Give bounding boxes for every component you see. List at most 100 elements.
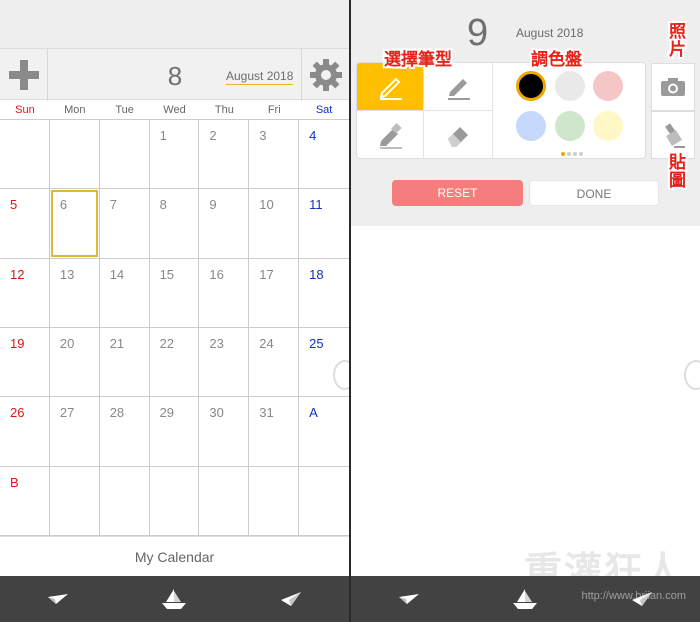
pen-type-highlighter[interactable] [357,111,424,158]
day-cell[interactable]: 28 [99,397,150,467]
day-cell[interactable]: 6 [49,189,100,259]
day-number: 29 [159,405,175,421]
day-cell[interactable]: 12 [0,258,50,328]
pen-type-eraser[interactable] [424,111,492,158]
day-cell[interactable]: 1 [149,120,200,190]
empty-day-cell[interactable] [299,467,349,536]
day-cell[interactable]: 4 [299,120,349,190]
highlighter-icon [380,123,402,149]
day-cell[interactable]: B [0,466,50,536]
day-cell[interactable]: 11 [299,189,349,259]
empty-day-cell[interactable] [99,120,150,190]
weekday-sun: Sun [15,104,35,116]
day-cell[interactable]: 8 [149,189,200,259]
add-button[interactable] [0,49,48,101]
pencil-icon [379,77,402,100]
color-swatch-black[interactable] [516,71,546,101]
empty-day-cell[interactable] [199,466,250,536]
day-number: 7 [109,197,117,213]
calendar-screen: 8 August 2018 Sun Mon Tue Wed Thu Fri Sa… [0,0,349,622]
day-cell[interactable]: 23 [199,328,250,398]
empty-day-cell[interactable] [99,466,150,536]
color-swatch-pink[interactable] [593,71,623,101]
day-number: 3 [259,128,267,143]
day-number: 1 [159,128,167,143]
empty-day-cell[interactable] [0,120,50,190]
sticker-button[interactable] [651,111,695,159]
paper-plane-icon [280,592,301,606]
day-number: 24 [259,336,274,351]
pen-type-marker[interactable] [424,63,492,111]
color-palette [492,63,645,158]
day-cell[interactable]: 21 [99,328,150,398]
reset-button[interactable]: RESET [392,180,523,206]
day-number: 9 [209,197,217,213]
day-number: 31 [259,405,274,421]
day-number: A [309,405,318,421]
day-number: 6 [59,197,68,213]
nav-right-button[interactable] [266,579,316,619]
day-number: 19 [10,336,25,351]
empty-day-cell[interactable] [49,466,100,536]
day-cell[interactable]: A [299,397,349,467]
page-dot [579,152,583,156]
day-cell[interactable]: 22 [149,328,200,398]
day-number: 25 [309,336,324,351]
month-label[interactable]: August 2018 [226,69,294,85]
day-cell[interactable]: 27 [49,397,100,467]
page-dot [567,152,571,156]
nav-left-button[interactable] [384,579,434,619]
day-number: 12 [10,266,25,282]
palette-page-indicator [561,152,583,156]
day-number: 5 [10,197,18,213]
tool-panel [356,62,646,159]
empty-day-cell[interactable] [149,466,200,536]
day-cell[interactable]: 19 [0,328,50,398]
nav-center-button[interactable] [500,579,550,619]
color-swatch-light-gray[interactable] [555,71,585,101]
calendar-name[interactable]: My Calendar [0,536,349,576]
weekday-wed: Wed [163,104,186,116]
settings-button[interactable] [301,49,349,101]
day-number: 14 [109,266,125,282]
camera-icon [661,78,685,96]
day-cell[interactable]: 14 [99,258,150,328]
color-swatch-light-yellow[interactable] [593,111,623,141]
page-handle[interactable] [684,360,700,390]
empty-day-cell[interactable] [249,466,300,536]
day-cell[interactable]: 30 [199,397,250,467]
pen-type-pencil[interactable] [357,63,424,111]
gear-icon [309,59,342,91]
day-number: B [10,474,19,490]
day-cell[interactable]: 2 [199,120,250,190]
day-number: 15 [159,266,175,282]
color-swatch-light-blue[interactable] [516,111,546,141]
day-cell[interactable]: 5 [0,189,50,259]
nav-center-button[interactable] [149,579,199,619]
day-cell[interactable]: 9 [199,189,250,259]
day-cell[interactable]: 31 [249,397,300,467]
done-button[interactable]: DONE [529,180,659,206]
day-cell[interactable]: 26 [0,397,50,467]
annotation-sticker: 貼圖 [666,153,685,189]
day-cell[interactable]: 10 [249,189,300,259]
color-swatch-light-green[interactable] [555,111,585,141]
day-cell[interactable]: 16 [199,258,250,328]
day-number: 21 [109,336,125,351]
day-cell[interactable]: 15 [149,258,200,328]
day-cell[interactable]: 18 [299,259,349,328]
day-cell[interactable]: 13 [49,258,100,328]
day-cell[interactable]: 3 [249,120,300,190]
day-cell[interactable]: 17 [249,258,300,328]
day-number: 13 [59,266,75,282]
day-number: 26 [10,405,25,421]
day-cell[interactable]: 7 [99,189,150,259]
empty-day-cell[interactable] [49,120,100,190]
status-area [0,0,349,48]
day-cell[interactable]: 29 [149,397,200,467]
nav-left-button[interactable] [33,579,83,619]
day-cell[interactable]: 24 [249,328,300,398]
marker-icon [448,78,470,100]
day-cell[interactable]: 20 [49,328,100,398]
photo-button[interactable] [651,63,695,111]
